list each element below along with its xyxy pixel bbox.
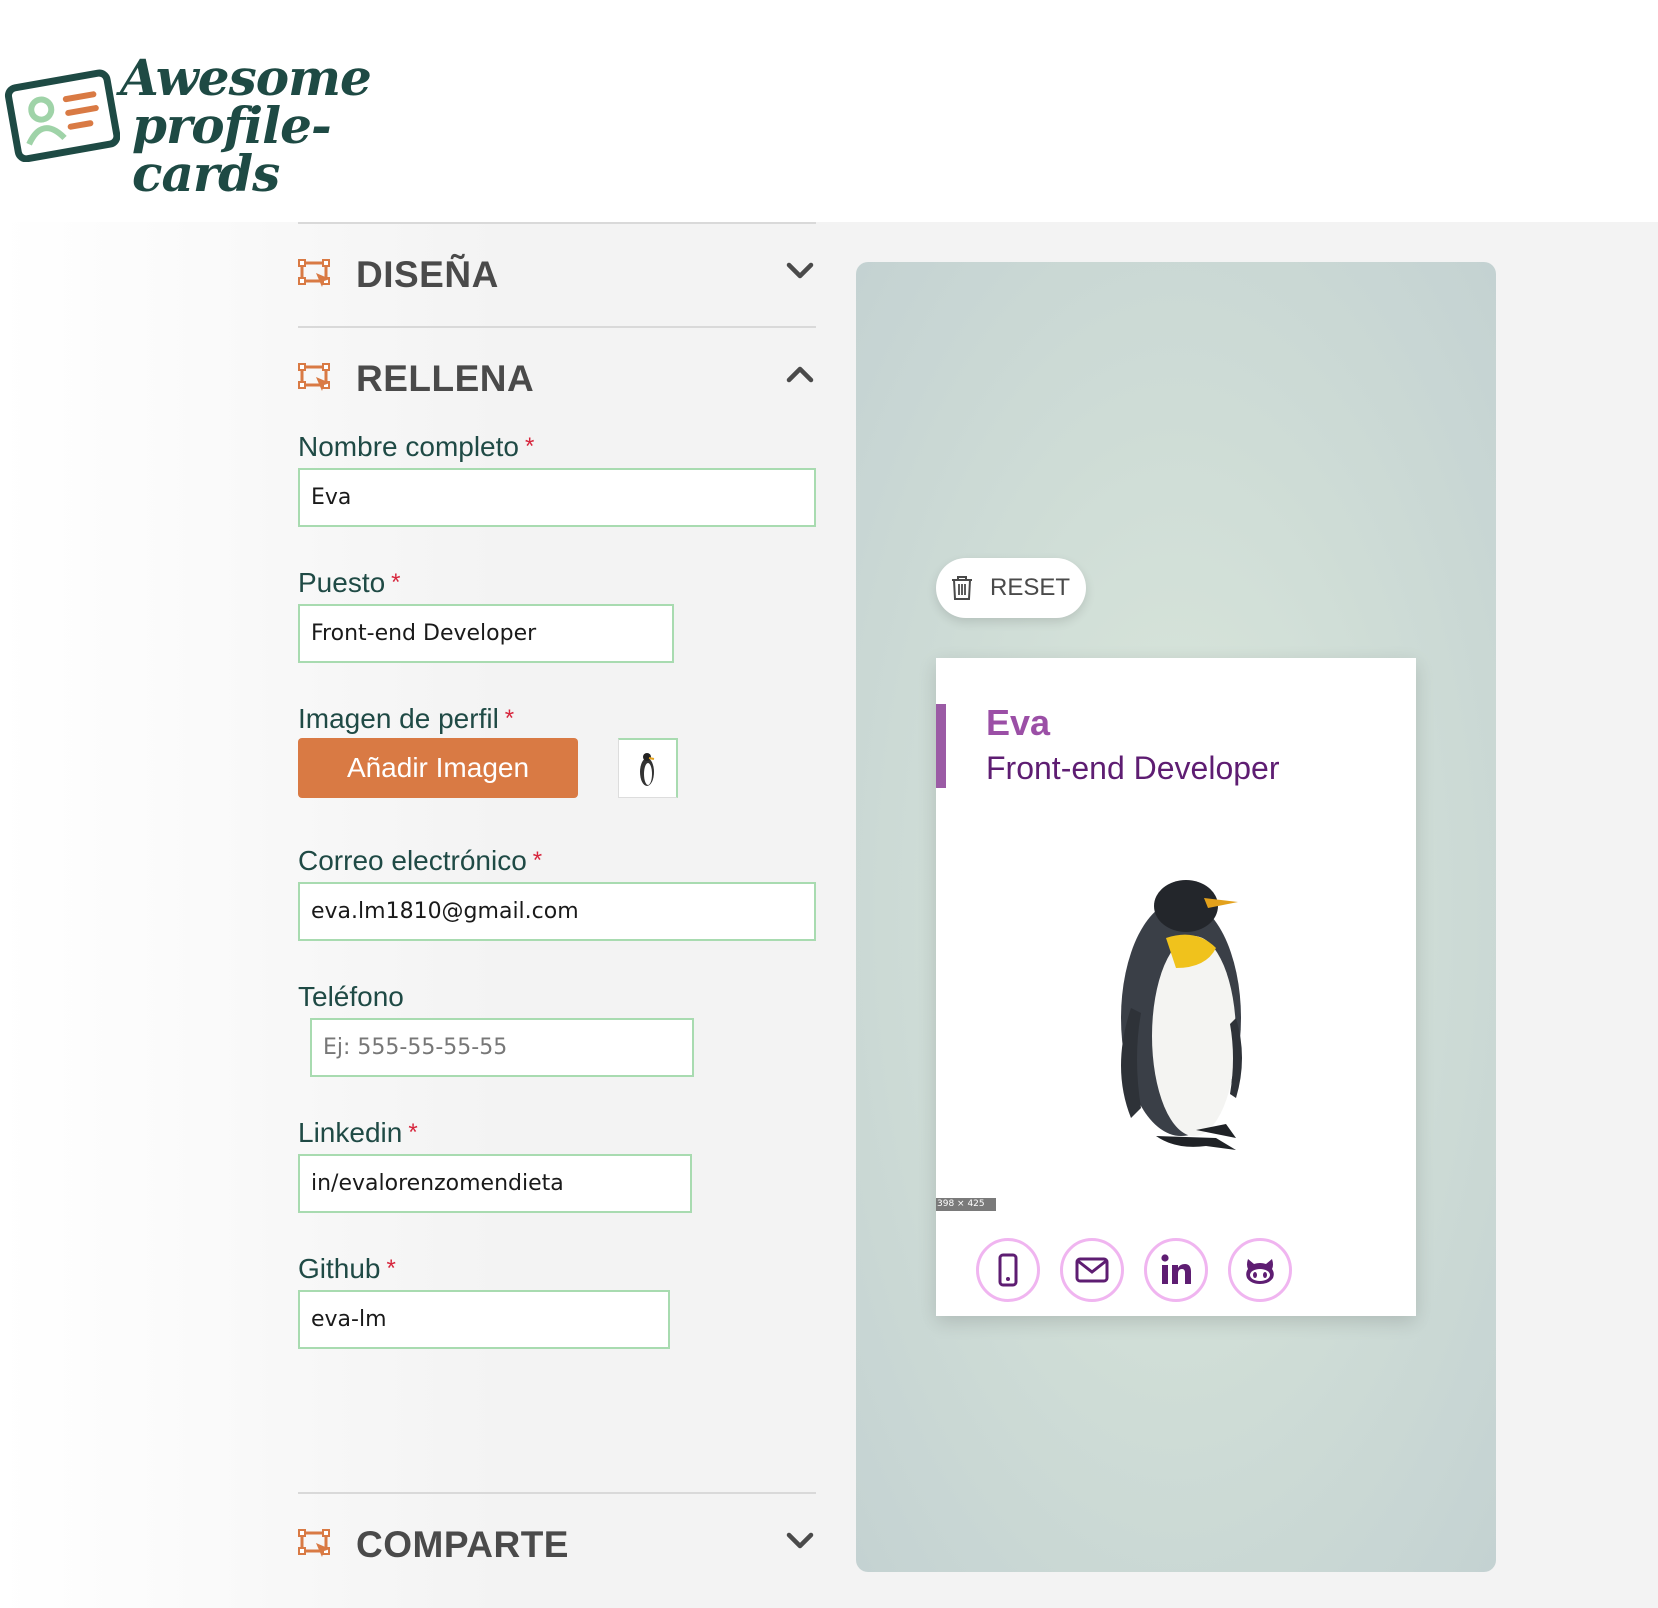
preview-panel: RESET Eva Front-end Developer 398 × 425 (856, 262, 1496, 1572)
linkedin-field-group: Linkedin * (298, 1116, 692, 1213)
section-design-title: DISEÑA (356, 254, 499, 295)
main-content: DISEÑA RELLENA Nombre completo * Eva Pue… (0, 222, 1658, 1608)
section-fill-title: RELLENA (356, 358, 535, 399)
github-input[interactable] (298, 1290, 670, 1349)
add-image-button[interactable]: Añadir Imagen (298, 738, 578, 798)
linkedin-icon (1161, 1254, 1191, 1284)
name-label: Nombre completo * (298, 431, 535, 462)
name-input[interactable] (298, 468, 816, 527)
email-field-group: Correo electrónico * (298, 844, 816, 941)
email-link[interactable] (1060, 1238, 1124, 1302)
logo[interactable]: Awesome profile-cards (0, 52, 420, 199)
header: Awesome profile-cards (0, 0, 1658, 222)
chevron-down-icon[interactable] (786, 1530, 814, 1552)
penguin-thumbnail-icon (640, 753, 655, 786)
fill-section-icon (298, 363, 330, 391)
form-panel: DISEÑA RELLENA Nombre completo * Eva Pue… (298, 222, 816, 1596)
email-label: Correo electrónico * (298, 845, 543, 876)
section-share-header[interactable]: COMPARTE (298, 1494, 816, 1596)
phone-link[interactable] (976, 1238, 1040, 1302)
trash-icon (952, 576, 972, 600)
design-section-icon (298, 259, 330, 287)
github-link[interactable] (1228, 1238, 1292, 1302)
job-label: Puesto * (298, 567, 401, 598)
linkedin-link[interactable] (1144, 1238, 1208, 1302)
image-thumbnail (618, 738, 678, 798)
job-input[interactable] (298, 604, 674, 663)
name-field-group: Nombre completo * (298, 430, 816, 527)
card-name: Eva (986, 702, 1051, 743)
section-fill-header[interactable]: RELLENA (298, 328, 816, 430)
reset-button[interactable]: RESET (936, 558, 1086, 618)
github-field-group: Github * (298, 1252, 670, 1349)
profile-card-logo-icon (4, 69, 120, 162)
share-section-icon (298, 1529, 330, 1557)
job-field-group: Puesto * (298, 566, 674, 663)
github-icon (1246, 1259, 1274, 1284)
phone-icon (998, 1253, 1018, 1287)
linkedin-label: Linkedin * (298, 1117, 418, 1148)
penguin-profile-image (1121, 880, 1242, 1150)
email-input[interactable] (298, 882, 816, 941)
section-share-title: COMPARTE (356, 1524, 569, 1565)
chevron-down-icon[interactable] (786, 260, 814, 282)
image-label: Imagen de perfil * (298, 703, 515, 734)
phone-field-group: Teléfono (298, 980, 694, 1077)
linkedin-input[interactable] (298, 1154, 692, 1213)
reset-label: RESET (990, 574, 1071, 601)
phone-label: Teléfono (298, 981, 404, 1012)
card-accent-bar (936, 704, 946, 788)
logo-text: Awesome profile-cards (120, 48, 420, 203)
card-job: Front-end Developer (986, 750, 1280, 786)
social-links (976, 1238, 1292, 1302)
section-design-header[interactable]: DISEÑA (298, 224, 816, 326)
chevron-up-icon[interactable] (786, 364, 814, 386)
logo-line-1: Awesome (120, 48, 372, 107)
image-size-tag: 398 × 425 (936, 1198, 996, 1211)
phone-input[interactable] (310, 1018, 694, 1077)
email-icon (1075, 1257, 1109, 1283)
logo-line-2: profile-cards (132, 96, 332, 203)
profile-card: Eva Front-end Developer 398 × 425 (936, 658, 1416, 1316)
github-label: Github * (298, 1253, 396, 1284)
fill-fields: Nombre completo* Puesto* Imagen de perfi… (298, 430, 816, 1450)
image-field-group: Imagen de perfil * (298, 702, 514, 736)
